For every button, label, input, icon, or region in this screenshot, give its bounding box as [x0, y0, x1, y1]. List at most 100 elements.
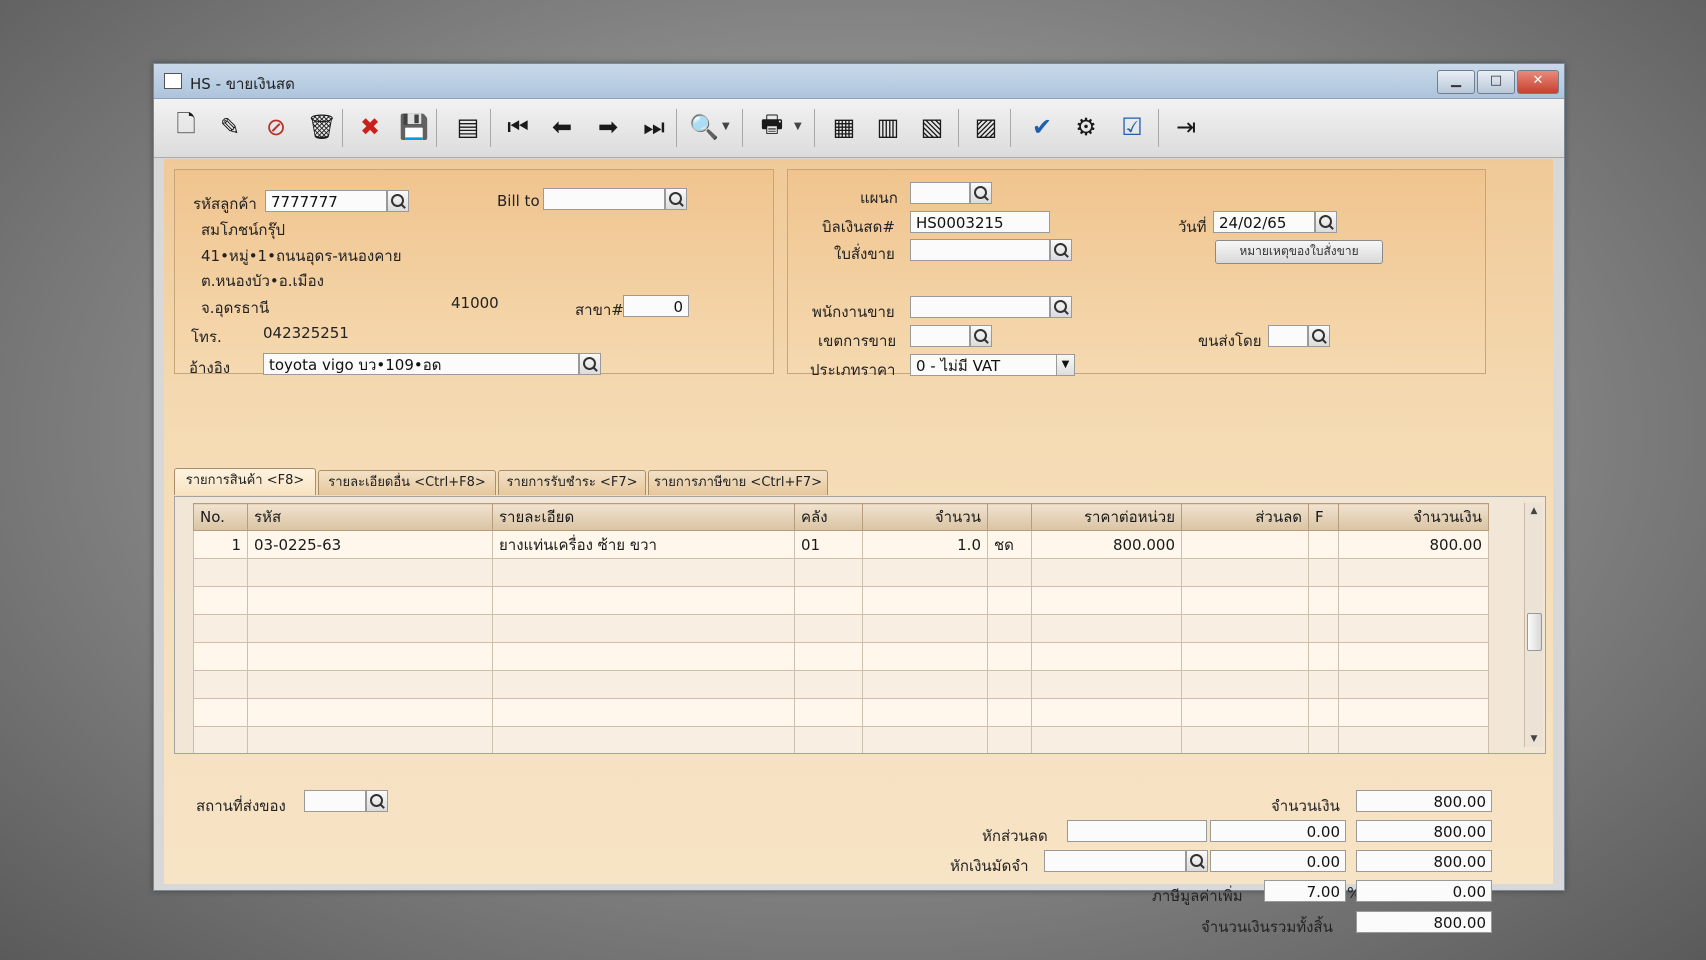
- date-field[interactable]: 24/02/65: [1213, 211, 1315, 233]
- table-cell[interactable]: [1031, 642, 1182, 671]
- report-a-icon[interactable]: ▦: [826, 109, 862, 145]
- next-record-icon[interactable]: ➡: [590, 109, 626, 145]
- reference-search-icon[interactable]: [579, 353, 601, 375]
- table-cell[interactable]: [987, 726, 1032, 753]
- table-cell[interactable]: [193, 558, 248, 587]
- stack-icon[interactable]: ▤: [450, 109, 486, 145]
- report-c-icon[interactable]: ▧: [914, 109, 950, 145]
- table-cell[interactable]: [862, 670, 988, 699]
- column-header[interactable]: [987, 503, 1032, 531]
- table-row[interactable]: [193, 614, 1489, 643]
- table-cell[interactable]: [1181, 614, 1309, 643]
- table-cell[interactable]: [862, 586, 988, 615]
- table-cell[interactable]: [794, 698, 863, 727]
- sales-area-field[interactable]: [910, 325, 970, 347]
- table-cell[interactable]: [1181, 698, 1309, 727]
- table-cell[interactable]: [492, 698, 795, 727]
- new-doc-icon[interactable]: 🗋: [168, 109, 204, 145]
- table-cell[interactable]: [1338, 558, 1489, 587]
- discount-field[interactable]: 0.00: [1210, 820, 1346, 842]
- table-row[interactable]: [193, 586, 1489, 615]
- column-header[interactable]: จำนวนเงิน: [1338, 503, 1489, 531]
- tab-payments[interactable]: รายการรับชำระ <F7>: [498, 470, 646, 495]
- table-row[interactable]: [193, 726, 1489, 753]
- scroll-thumb[interactable]: [1527, 613, 1542, 651]
- table-cell[interactable]: [1181, 586, 1309, 615]
- void-icon[interactable]: ⊘: [258, 109, 294, 145]
- table-cell[interactable]: [1181, 670, 1309, 699]
- column-header[interactable]: ราคาต่อหน่วย: [1031, 503, 1182, 531]
- price-type-select[interactable]: 0 - ไม่มี VAT ▼: [910, 354, 1075, 376]
- table-row[interactable]: [193, 698, 1489, 727]
- table-cell[interactable]: [794, 558, 863, 587]
- table-cell[interactable]: 800.00: [1338, 530, 1489, 559]
- table-cell[interactable]: [1181, 726, 1309, 753]
- table-cell[interactable]: 1: [193, 530, 248, 559]
- billto-field[interactable]: [543, 188, 665, 210]
- table-cell[interactable]: [492, 670, 795, 699]
- table-cell[interactable]: [1338, 726, 1489, 753]
- table-cell[interactable]: [987, 614, 1032, 643]
- dropdown-arrow-icon[interactable]: ▼: [794, 121, 802, 132]
- table-cell[interactable]: [1308, 670, 1339, 699]
- tab-items[interactable]: รายการสินค้า <F8>: [174, 468, 316, 495]
- table-cell[interactable]: [862, 726, 988, 753]
- table-cell[interactable]: [1031, 726, 1182, 753]
- table-cell[interactable]: [1031, 586, 1182, 615]
- table-cell[interactable]: [492, 558, 795, 587]
- sales-area-search-icon[interactable]: [970, 325, 992, 347]
- column-header[interactable]: จำนวน: [862, 503, 988, 531]
- last-record-icon[interactable]: ⏭: [636, 109, 672, 145]
- table-cell[interactable]: [862, 614, 988, 643]
- maximize-button[interactable]: □: [1477, 70, 1515, 94]
- table-cell[interactable]: [247, 642, 493, 671]
- table-cell[interactable]: [247, 698, 493, 727]
- table-cell[interactable]: [1181, 642, 1309, 671]
- minimize-button[interactable]: ▁: [1437, 70, 1475, 94]
- table-cell[interactable]: [862, 698, 988, 727]
- table-cell[interactable]: [1308, 698, 1339, 727]
- deposit-field[interactable]: 0.00: [1210, 850, 1346, 872]
- table-cell[interactable]: [193, 586, 248, 615]
- table-cell[interactable]: [987, 586, 1032, 615]
- column-header[interactable]: รหัส: [247, 503, 493, 531]
- table-cell[interactable]: [193, 614, 248, 643]
- table-cell[interactable]: [1031, 670, 1182, 699]
- table-cell[interactable]: [1308, 586, 1339, 615]
- table-cell[interactable]: [1338, 642, 1489, 671]
- table-cell[interactable]: [1338, 698, 1489, 727]
- table-row[interactable]: [193, 670, 1489, 699]
- report-b-icon[interactable]: ▥: [870, 109, 906, 145]
- table-cell[interactable]: [987, 698, 1032, 727]
- table-cell[interactable]: [193, 642, 248, 671]
- table-cell[interactable]: [1338, 670, 1489, 699]
- search-doc-icon[interactable]: 🔍: [686, 109, 722, 145]
- order-note-button[interactable]: หมายเหตุของใบสั่งขาย: [1215, 240, 1383, 264]
- ship-by-field[interactable]: [1268, 325, 1308, 347]
- table-cell[interactable]: [794, 642, 863, 671]
- discount-code-field[interactable]: [1067, 820, 1207, 842]
- table-cell[interactable]: [1181, 530, 1309, 559]
- branch-field[interactable]: 0: [623, 295, 689, 317]
- ok-icon[interactable]: ☑: [1114, 109, 1150, 145]
- exit-icon[interactable]: ⇥: [1168, 109, 1204, 145]
- table-cell[interactable]: [987, 670, 1032, 699]
- table-cell[interactable]: [1031, 698, 1182, 727]
- ship-to-search-icon[interactable]: [366, 790, 388, 812]
- column-header[interactable]: คลัง: [794, 503, 863, 531]
- table-row[interactable]: [193, 558, 1489, 587]
- column-header[interactable]: ส่วนลด: [1181, 503, 1309, 531]
- close-button[interactable]: ✕: [1517, 70, 1559, 94]
- table-cell[interactable]: ยางแท่นเครื่อง ซ้าย ขวา: [492, 530, 795, 559]
- billto-search-icon[interactable]: [665, 188, 687, 210]
- cancel-icon[interactable]: ✖: [352, 109, 388, 145]
- department-search-icon[interactable]: [970, 182, 992, 204]
- column-header[interactable]: No.: [193, 503, 248, 531]
- table-cell[interactable]: 1.0: [862, 530, 988, 559]
- table-cell[interactable]: [1338, 586, 1489, 615]
- table-cell[interactable]: [794, 614, 863, 643]
- table-cell[interactable]: [193, 726, 248, 753]
- tools-icon[interactable]: ⚙: [1068, 109, 1104, 145]
- reference-field[interactable]: toyota vigo บว•109•อด: [263, 353, 579, 375]
- table-cell[interactable]: [987, 642, 1032, 671]
